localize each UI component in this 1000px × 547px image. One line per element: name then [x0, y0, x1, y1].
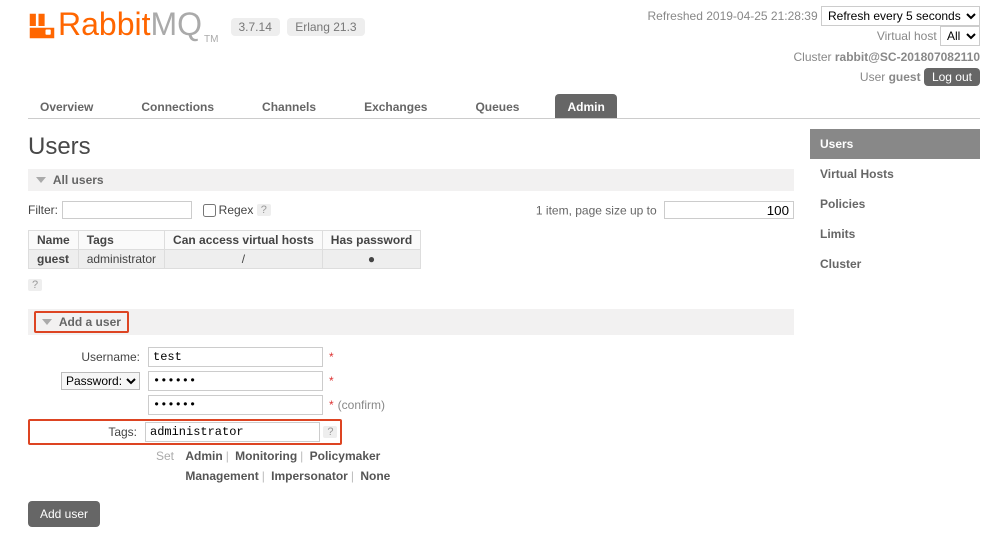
table-help[interactable]: ?: [28, 279, 42, 291]
nav-tabs: Overview Connections Channels Exchanges …: [28, 94, 980, 119]
username-input[interactable]: [148, 347, 323, 367]
regex-help[interactable]: ?: [257, 204, 271, 216]
password-input[interactable]: [148, 371, 323, 391]
users-table: Name Tags Can access virtual hosts Has p…: [28, 230, 421, 269]
vhost-label: Virtual host: [877, 29, 937, 43]
quick-tag-impersonator[interactable]: Impersonator: [271, 469, 348, 483]
sidebar-item-vhosts[interactable]: Virtual Hosts: [810, 159, 980, 189]
quick-tag-policymaker[interactable]: Policymaker: [310, 449, 381, 463]
tab-overview[interactable]: Overview: [28, 94, 105, 118]
regex-checkbox[interactable]: [203, 204, 216, 217]
tab-queues[interactable]: Queues: [463, 94, 531, 118]
section-add-user[interactable]: Add a user: [28, 309, 794, 335]
table-row[interactable]: guest administrator / ●: [29, 249, 421, 268]
tags-help[interactable]: ?: [323, 426, 337, 438]
tags-label: Tags:: [33, 425, 145, 439]
col-vhosts[interactable]: Can access virtual hosts: [165, 230, 323, 249]
chevron-down-icon: [42, 319, 52, 325]
section-all-users-label: All users: [53, 173, 104, 187]
cell-password: ●: [322, 249, 420, 268]
tab-admin[interactable]: Admin: [555, 94, 616, 118]
password-confirm-input[interactable]: [148, 395, 323, 415]
user-label: User: [860, 70, 885, 84]
required-mark: *: [329, 374, 334, 388]
section-all-users[interactable]: All users: [28, 169, 794, 191]
col-name[interactable]: Name: [29, 230, 79, 249]
col-tags[interactable]: Tags: [78, 230, 164, 249]
cell-name: guest: [37, 252, 69, 266]
refreshed-text: Refreshed 2019-04-25 21:28:39: [648, 9, 818, 23]
user-value: guest: [889, 70, 921, 84]
regex-label: Regex: [219, 203, 254, 217]
cluster-value: rabbit@SC-201807082110: [835, 50, 980, 64]
filter-label: Filter:: [28, 203, 58, 217]
quick-tag-admin[interactable]: Admin: [185, 449, 222, 463]
col-password[interactable]: Has password: [322, 230, 420, 249]
vhost-select[interactable]: All: [940, 26, 980, 46]
refresh-select[interactable]: Refresh every 5 seconds: [821, 6, 980, 26]
quick-tag-management[interactable]: Management: [185, 469, 258, 483]
quick-tag-monitoring[interactable]: Monitoring: [235, 449, 297, 463]
required-mark: *: [329, 398, 334, 412]
cluster-label: Cluster: [794, 50, 832, 64]
cell-tags: administrator: [78, 249, 164, 268]
tab-exchanges[interactable]: Exchanges: [352, 94, 439, 118]
confirm-label: (confirm): [338, 398, 385, 412]
password-type-select[interactable]: Password:: [61, 372, 140, 390]
logo-rabbit: Rabbit: [58, 6, 151, 42]
logout-button[interactable]: Log out: [924, 68, 980, 86]
erlang-badge: Erlang 21.3: [287, 18, 364, 36]
sidebar-item-users[interactable]: Users: [810, 129, 980, 159]
page-size-input[interactable]: [664, 201, 794, 219]
page-title: Users: [28, 133, 794, 161]
add-user-button[interactable]: Add user: [28, 501, 100, 527]
filter-input[interactable]: [62, 201, 192, 219]
rabbitmq-icon: [28, 12, 56, 40]
quick-tag-none[interactable]: None: [360, 469, 390, 483]
version-badge: 3.7.14: [231, 18, 280, 36]
tab-connections[interactable]: Connections: [129, 94, 226, 118]
set-label: Set: [156, 449, 174, 463]
logo: RabbitMQTM: [28, 6, 219, 45]
sidebar-item-cluster[interactable]: Cluster: [810, 249, 980, 279]
sidebar-item-limits[interactable]: Limits: [810, 219, 980, 249]
tab-channels[interactable]: Channels: [250, 94, 328, 118]
chevron-down-icon: [36, 177, 46, 183]
sidebar: Users Virtual Hosts Policies Limits Clus…: [810, 129, 980, 527]
cell-vhost: /: [165, 249, 323, 268]
sidebar-item-policies[interactable]: Policies: [810, 189, 980, 219]
section-add-user-label: Add a user: [59, 315, 121, 329]
tags-input[interactable]: [145, 422, 320, 442]
pager-text: 1 item, page size up to: [536, 204, 657, 218]
username-label: Username:: [28, 350, 148, 364]
logo-mq: MQ: [151, 6, 203, 42]
required-mark: *: [329, 350, 334, 364]
logo-tm: TM: [204, 34, 218, 45]
